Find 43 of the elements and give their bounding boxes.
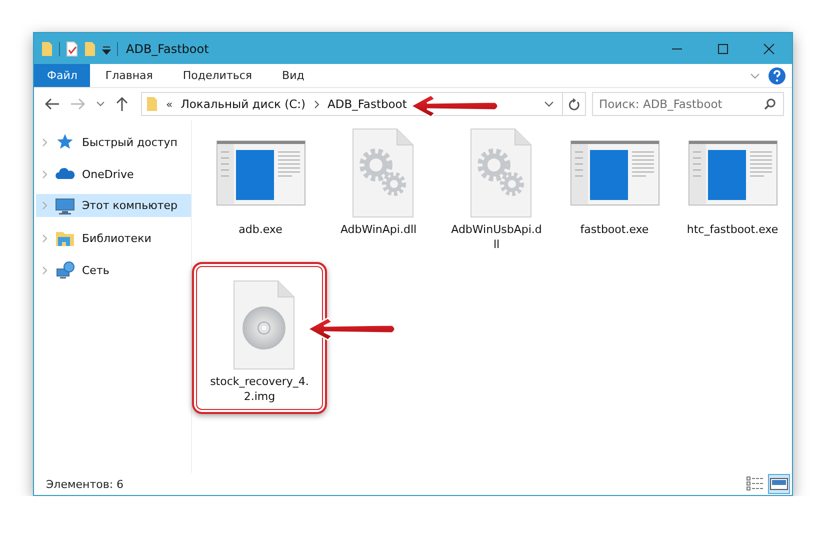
sidebar-item[interactable]: Библиотеки xyxy=(36,222,191,254)
window-title: ADB_Fastboot xyxy=(126,42,209,56)
file-item[interactable]: htc_fastboot.exe xyxy=(674,126,791,258)
expand-ribbon-icon[interactable] xyxy=(750,72,760,80)
overflow-chevron[interactable]: « xyxy=(166,98,173,110)
chevron-icon xyxy=(314,100,320,108)
ribbon-tab[interactable]: Файл xyxy=(34,64,90,87)
status-text: Элементов: 6 xyxy=(46,478,124,490)
properties-icon[interactable] xyxy=(66,40,78,56)
file-item[interactable]: fastboot.exe xyxy=(556,126,673,258)
ribbon-tab[interactable]: Поделиться xyxy=(168,64,268,87)
application-window-icon xyxy=(570,140,660,206)
monitor-icon xyxy=(55,196,75,214)
breadcrumb[interactable]: Локальный диск (C:) xyxy=(180,97,306,111)
sidebar-item[interactable]: OneDrive xyxy=(36,158,191,190)
ribbon-tab[interactable]: Главная xyxy=(90,64,168,87)
star-icon xyxy=(55,133,75,151)
sidebar-item[interactable]: Этот компьютер xyxy=(36,194,191,217)
search-icon[interactable] xyxy=(764,98,776,110)
help-icon[interactable] xyxy=(768,66,786,84)
search-field[interactable]: Поиск: ADB_Fastboot xyxy=(592,92,784,116)
folder-icon xyxy=(146,96,158,112)
file-item[interactable]: AdbWinApi.dll xyxy=(320,126,437,258)
globe-monitor-icon xyxy=(55,261,75,279)
folder-icon xyxy=(55,229,75,247)
close-icon[interactable] xyxy=(763,42,775,54)
file-item[interactable]: stock_recovery_4. 2.img xyxy=(192,262,327,414)
large-icons-view-button[interactable] xyxy=(768,474,790,494)
up-arrow-icon[interactable] xyxy=(115,96,129,112)
sidebar-item[interactable]: Сеть xyxy=(36,254,191,286)
address-dropdown-icon[interactable] xyxy=(544,100,554,108)
file-item[interactable]: AdbWinUsbApi.d ll xyxy=(438,126,555,258)
sidebar-item[interactable]: Быстрый доступ xyxy=(36,126,191,158)
file-item[interactable]: adb.exe xyxy=(202,126,319,258)
application-window-icon xyxy=(688,140,778,206)
back-arrow-icon[interactable] xyxy=(44,97,60,111)
refresh-icon[interactable] xyxy=(568,97,580,111)
ribbon-tab[interactable]: Вид xyxy=(267,64,320,87)
address-bar[interactable]: « Локальный диск (C:) ADB_Fastboot xyxy=(141,92,586,116)
application-window-icon xyxy=(216,140,306,206)
recent-dropdown-icon[interactable] xyxy=(96,101,105,107)
breadcrumb[interactable]: ADB_Fastboot xyxy=(328,97,407,111)
maximize-icon[interactable] xyxy=(717,42,729,54)
